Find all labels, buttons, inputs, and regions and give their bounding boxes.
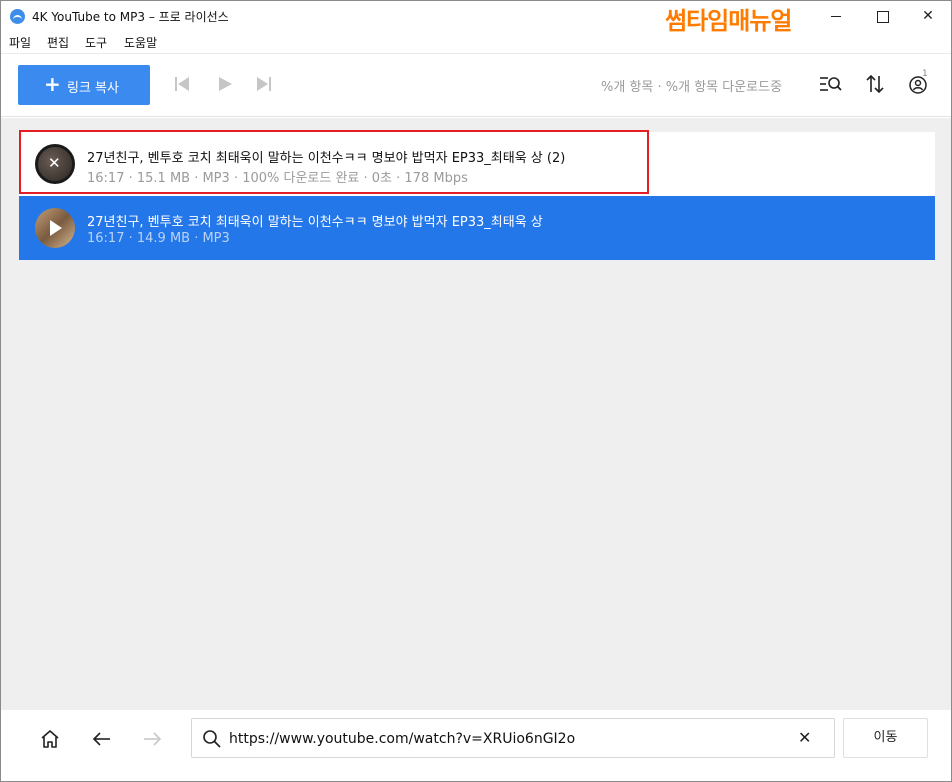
forward-arrow-icon[interactable] — [140, 727, 164, 751]
toolbar: + 링크 복사 %개 항목 · %개 항목 다운로드중 1 — [1, 53, 951, 117]
track-meta: 16:17 · 14.9 MB · MP3 — [87, 231, 230, 246]
download-list: ✕ 27년친구, 벤투호 코치 최태욱이 말하는 이천수ㅋㅋ 명보야 밥먹자 E… — [1, 118, 951, 710]
url-field[interactable]: ✕ — [191, 718, 835, 758]
close-window-button[interactable]: ✕ — [905, 1, 951, 31]
title-bar[interactable]: 4K YouTube to MP3 – 프로 라이선스 썸타임매뉴얼 ✕ — [1, 1, 951, 35]
search-icon — [202, 729, 222, 749]
url-input[interactable] — [229, 729, 789, 749]
app-window: 4K YouTube to MP3 – 프로 라이선스 썸타임매뉴얼 ✕ 파일 … — [0, 0, 952, 782]
play-icon[interactable] — [215, 74, 235, 94]
highlight-annotation-box — [19, 130, 649, 194]
browser-bar: ✕ 이동 — [18, 710, 934, 768]
menu-edit[interactable]: 편집 — [47, 34, 69, 51]
menu-help[interactable]: 도움말 — [124, 34, 157, 51]
play-overlay-icon[interactable] — [50, 220, 62, 236]
paste-link-label: 링크 복사 — [67, 81, 119, 96]
paste-link-button[interactable]: + 링크 복사 — [18, 65, 150, 105]
maximize-button[interactable] — [859, 1, 905, 31]
track-title: 27년친구, 벤투호 코치 최태욱이 말하는 이천수ㅋㅋ 명보야 밥먹자 EP3… — [87, 215, 543, 230]
sort-icon[interactable] — [863, 72, 887, 96]
back-arrow-icon[interactable] — [90, 727, 114, 751]
clear-url-icon[interactable]: ✕ — [798, 728, 811, 748]
notification-badge: 1 — [922, 69, 928, 79]
search-list-icon[interactable] — [819, 72, 843, 96]
home-icon[interactable] — [38, 727, 62, 751]
download-status: %개 항목 · %개 항목 다운로드중 — [601, 80, 783, 95]
menu-tools[interactable]: 도구 — [85, 34, 107, 51]
previous-track-icon[interactable] — [173, 74, 193, 94]
menu-file[interactable]: 파일 — [9, 34, 31, 51]
menu-bar: 파일 편집 도구 도움말 — [1, 31, 951, 53]
window-title: 4K YouTube to MP3 – 프로 라이선스 — [32, 10, 229, 24]
app-logo-icon — [10, 9, 25, 24]
plus-icon: + — [44, 72, 61, 96]
next-track-icon[interactable] — [254, 74, 274, 94]
minimize-button[interactable] — [813, 1, 859, 31]
track-thumbnail[interactable] — [35, 208, 75, 248]
list-item-selected[interactable]: 27년친구, 벤투호 코치 최태욱이 말하는 이천수ㅋㅋ 명보야 밥먹자 EP3… — [19, 196, 935, 260]
go-button[interactable]: 이동 — [843, 718, 928, 758]
